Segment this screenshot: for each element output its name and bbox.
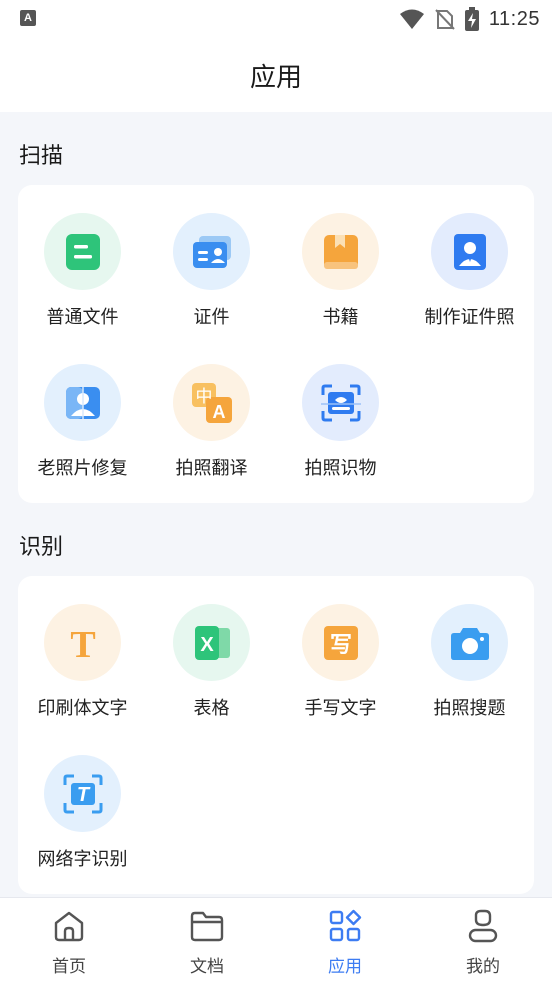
handwriting-glyph: 写	[329, 633, 351, 658]
app-item-id-photo[interactable]: 制作证件照	[405, 213, 534, 353]
status-right: 11:25	[399, 5, 540, 33]
tab-label: 文档	[190, 957, 224, 977]
app-label: 网络字识别	[37, 849, 128, 870]
excel-glyph: X	[200, 634, 214, 656]
status-bar: A 11:25	[0, 0, 552, 38]
translate-icon: 中 A	[173, 364, 250, 441]
translate-glyph-zh: 中	[195, 387, 212, 407]
printed-text-icon: T	[44, 604, 121, 681]
app-label: 表格	[193, 698, 230, 719]
document-icon	[44, 213, 121, 290]
app-label: 证件	[193, 307, 230, 328]
bottom-tab-bar: 首页 文档 应用 我的	[0, 897, 552, 983]
app-item-id-card[interactable]: 证件	[147, 213, 276, 353]
app-label: 普通文件	[46, 307, 119, 328]
app-notification-icon: A	[20, 10, 36, 26]
recognize-card: T 印刷体文字 X 表格 写 手写文字 拍照搜题 T 网络字识别	[18, 576, 534, 894]
app-item-handwriting[interactable]: 写 手写文字	[276, 604, 405, 744]
scan-card: 普通文件 证件 书籍 制作证件照 老照片修复 中 A 拍照翻译 拍照识物	[18, 185, 534, 503]
page-title: 应用	[249, 62, 302, 93]
app-item-camera-search[interactable]: 拍照搜题	[405, 604, 534, 744]
header: 应用	[0, 38, 552, 112]
excel-icon: X	[173, 604, 250, 681]
app-item-translate[interactable]: 中 A 拍照翻译	[147, 364, 276, 504]
camera-icon	[431, 604, 508, 681]
app-item-web-text[interactable]: T 网络字识别	[18, 755, 147, 895]
web-text-glyph: T	[76, 784, 90, 806]
app-item-book[interactable]: 书籍	[276, 213, 405, 353]
app-label: 制作证件照	[424, 307, 515, 328]
section-title-scan: 扫描	[19, 144, 64, 169]
app-item-photo-restore[interactable]: 老照片修复	[18, 364, 147, 504]
object-recognize-icon	[302, 364, 379, 441]
app-label: 老照片修复	[37, 458, 128, 479]
tab-label: 首页	[52, 957, 86, 977]
status-time: 11:25	[488, 7, 540, 30]
wifi-icon	[399, 9, 424, 29]
id-card-icon	[173, 213, 250, 290]
home-icon	[51, 908, 87, 944]
book-icon	[302, 213, 379, 290]
web-text-icon: T	[44, 755, 121, 832]
app-item-printed-text[interactable]: T 印刷体文字	[18, 604, 147, 744]
tab-profile[interactable]: 我的	[414, 898, 552, 983]
user-icon	[465, 908, 501, 944]
tab-label: 我的	[466, 957, 500, 977]
app-label: 拍照搜题	[433, 698, 506, 719]
app-label: 拍照识物	[304, 458, 377, 479]
app-label: 印刷体文字	[37, 698, 128, 719]
app-label: 书籍	[322, 307, 359, 328]
tab-home[interactable]: 首页	[0, 898, 138, 983]
app-item-object-recognize[interactable]: 拍照识物	[276, 364, 405, 504]
photo-restore-icon	[44, 364, 121, 441]
no-sim-icon	[435, 9, 455, 30]
app-label: 手写文字	[304, 698, 377, 719]
id-photo-icon	[431, 213, 508, 290]
apps-icon	[327, 908, 363, 944]
tab-apps[interactable]: 应用	[276, 898, 414, 983]
handwriting-icon: 写	[302, 604, 379, 681]
folder-icon	[189, 908, 225, 944]
battery-charging-icon	[464, 7, 479, 31]
app-label: 拍照翻译	[175, 458, 248, 479]
section-title-recognize: 识别	[19, 535, 64, 560]
tab-documents[interactable]: 文档	[138, 898, 276, 983]
printed-glyph: T	[70, 624, 95, 663]
translate-glyph-a: A	[212, 402, 225, 422]
app-item-document[interactable]: 普通文件	[18, 213, 147, 353]
tab-label: 应用	[328, 957, 362, 977]
app-item-excel[interactable]: X 表格	[147, 604, 276, 744]
